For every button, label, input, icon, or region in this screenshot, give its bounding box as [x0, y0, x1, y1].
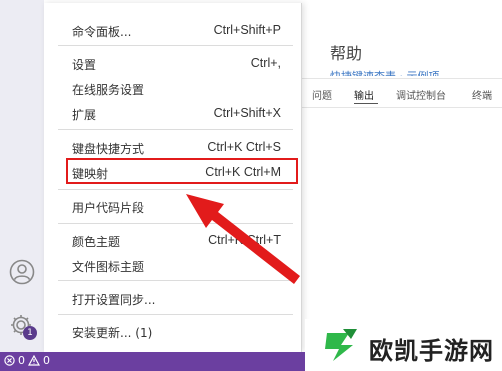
menu-item-color-theme[interactable]: 颜色主题 Ctrl+K Ctrl+T — [72, 230, 281, 250]
menu-item-label: 键盘快捷方式 — [72, 142, 145, 156]
error-icon — [4, 355, 15, 366]
menu-item-shortcut: Ctrl+K Ctrl+T — [208, 233, 281, 247]
menu-item-label: 命令面板... — [72, 25, 132, 39]
menu-separator — [58, 223, 293, 224]
problems-status[interactable]: 0 0 — [4, 354, 50, 367]
menu-item-label: 用户代码片段 — [72, 201, 145, 215]
menu-separator — [58, 45, 293, 46]
activity-bar: 1 — [0, 0, 44, 352]
warning-count: 0 — [43, 354, 50, 367]
tab-debug-console[interactable]: 调试控制台 — [396, 87, 446, 102]
menu-item-label: 安装更新... (1) — [72, 326, 153, 340]
menu-item-extensions[interactable]: 扩展 Ctrl+Shift+X — [72, 103, 281, 123]
menu-item-user-snippets[interactable]: 用户代码片段 — [72, 196, 281, 216]
tab-problems[interactable]: 问题 — [312, 87, 332, 102]
watermark-logo — [325, 329, 357, 361]
menu-item-label: 文件图标主题 — [72, 260, 145, 274]
menu-item-settings[interactable]: 设置 Ctrl+, — [72, 53, 281, 73]
menu-separator — [58, 314, 293, 315]
panel-tabs: 问题 输出 调试控制台 终端 — [302, 78, 502, 107]
welcome-subtitle-link[interactable]: 快捷键速查表 · 示例项 — [330, 70, 440, 76]
tab-output[interactable]: 输出 — [354, 87, 374, 102]
menu-item-label: 在线服务设置 — [72, 83, 145, 97]
menu-item-keyboard-shortcuts[interactable]: 键盘快捷方式 Ctrl+K Ctrl+S — [72, 137, 281, 157]
menu-item-install-update[interactable]: 安装更新... (1) — [72, 321, 281, 341]
keymaps-highlight-box — [66, 158, 298, 184]
menu-item-label: 扩展 — [72, 108, 97, 122]
menu-separator — [58, 129, 293, 130]
menu-item-shortcut: Ctrl+Shift+P — [213, 23, 281, 37]
error-count: 0 — [18, 354, 25, 367]
menu-item-label: 颜色主题 — [72, 235, 121, 249]
tab-terminal[interactable]: 终端 — [472, 87, 492, 102]
update-count-badge: 1 — [23, 326, 37, 340]
watermark: 欧凯手游网 — [305, 319, 502, 371]
menu-item-shortcut: Ctrl+, — [250, 56, 281, 70]
menu-item-label: 打开设置同步... — [72, 293, 156, 307]
warning-icon — [28, 355, 40, 366]
menu-item-shortcut: Ctrl+K Ctrl+S — [207, 140, 281, 154]
menu-separator — [58, 189, 293, 190]
menu-separator — [58, 280, 293, 281]
menu-item-label: 设置 — [72, 58, 97, 72]
panel-divider — [302, 107, 502, 108]
watermark-text: 欧凯手游网 — [369, 337, 494, 365]
menu-item-online-services[interactable]: 在线服务设置 — [72, 78, 281, 98]
menu-item-shortcut: Ctrl+Shift+X — [213, 106, 281, 120]
menu-item-file-icon-theme[interactable]: 文件图标主题 — [72, 255, 281, 275]
account-icon[interactable] — [9, 259, 35, 285]
active-tab-indicator — [354, 103, 378, 104]
menu-item-settings-sync[interactable]: 打开设置同步... — [72, 288, 281, 308]
menu-item-command-palette[interactable]: 命令面板... Ctrl+Shift+P — [72, 20, 281, 40]
welcome-title: 帮助 — [330, 44, 363, 63]
